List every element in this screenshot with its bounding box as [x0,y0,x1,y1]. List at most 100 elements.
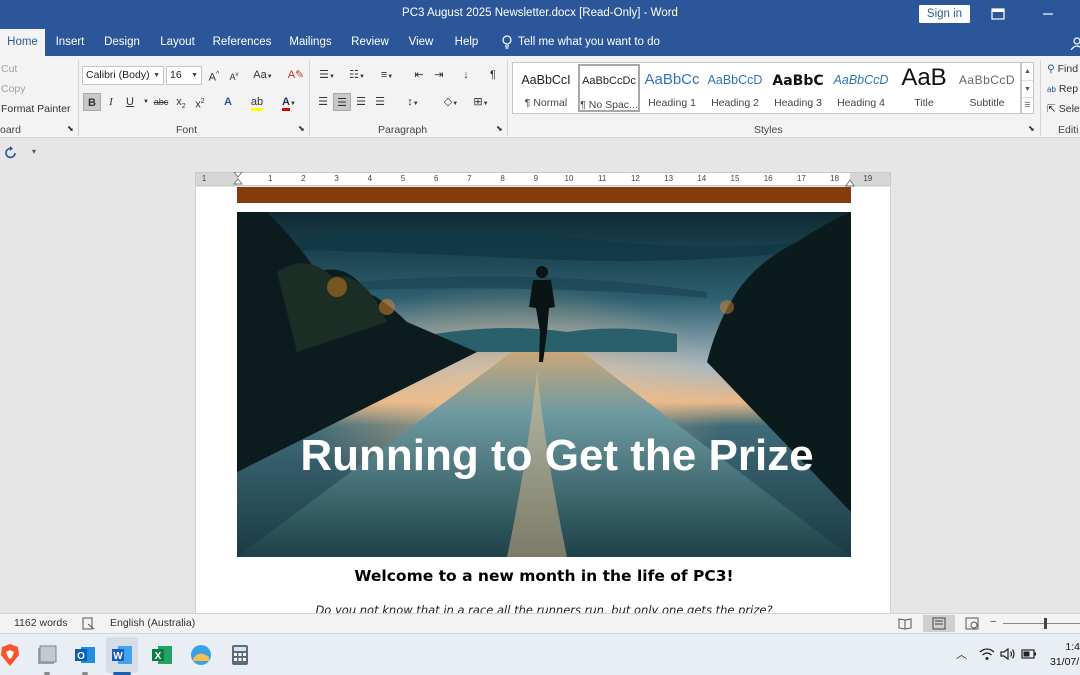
more-styles-icon[interactable]: ☰ [1022,97,1033,113]
change-case-icon[interactable]: Aa▼ [251,66,275,84]
print-layout-button[interactable] [923,615,955,632]
copy-button[interactable]: Copy [1,83,26,95]
style-heading-3[interactable]: AaBbC Heading 3 [767,64,829,112]
word-icon[interactable]: W [110,643,134,667]
clipboard-launcher-icon[interactable]: ⬊ [67,124,74,133]
clock-date: 31/07/ [1050,656,1080,668]
read-mode-icon[interactable] [898,617,912,630]
shading-icon[interactable]: ◇▼ [438,93,464,111]
share-icon[interactable] [1070,36,1080,50]
cut-button[interactable]: Cut [1,63,17,75]
style-title[interactable]: AaB Title [893,64,955,112]
sign-in-button[interactable]: Sign in [919,5,970,23]
text-effects-icon[interactable]: A [219,93,237,111]
decrease-indent-icon[interactable]: ⇤ [410,66,428,84]
document-page[interactable]: Running to Get the Prize Welcome to a ne… [195,187,891,613]
multilevel-list-icon[interactable]: ≡▼ [374,66,400,84]
sort-icon[interactable]: ↓ [457,66,475,84]
styles-launcher-icon[interactable]: ⬊ [1028,124,1035,133]
select-button[interactable]: ⇱ Sele [1047,103,1080,115]
hero-image[interactable]: Running to Get the Prize [237,212,851,557]
file-explorer-icon[interactable] [35,643,59,667]
font-family-combo[interactable]: Calibri (Body) ▼ [82,66,164,85]
language-status[interactable]: English (Australia) [110,617,195,629]
grow-font-icon[interactable]: A^ [205,66,223,84]
align-left-icon[interactable]: ☰ [314,93,332,111]
font-size-combo[interactable]: 16 ▼ [166,66,202,85]
show-formatting-icon[interactable]: ¶ [484,66,502,84]
tab-home[interactable]: Home [0,29,45,56]
scroll-up-icon[interactable]: ▲ [1022,63,1033,80]
tab-mailings[interactable]: Mailings [284,29,337,56]
style-normal[interactable]: AaBbCcI ¶ Normal [515,64,577,112]
subscript-button[interactable]: x2 [172,93,190,111]
zoom-slider[interactable] [1003,623,1080,624]
align-center-icon[interactable]: ☰ [333,93,351,111]
align-right-icon[interactable]: ☰ [352,93,370,111]
tab-help[interactable]: Help [449,29,484,56]
tab-review[interactable]: Review [348,29,392,56]
justify-icon[interactable]: ☰ [371,93,389,111]
web-layout-icon[interactable] [965,617,979,630]
replace-button[interactable]: ab Rep [1047,83,1078,95]
font-launcher-icon[interactable]: ⬊ [298,124,305,133]
separator [507,60,508,136]
font-color-icon[interactable]: A▼ [277,93,301,111]
zoom-out-icon[interactable]: − [990,616,996,628]
scroll-down-icon[interactable]: ▼ [1022,80,1033,97]
calculator-icon[interactable] [228,643,252,667]
highlight-color-icon[interactable]: ab [245,93,269,111]
status-bar: 1162 words English (Australia) − [0,613,1080,633]
tray-chevron-up-icon[interactable]: ︿ [956,646,967,662]
proofing-icon[interactable] [82,617,95,630]
superscript-button[interactable]: x2 [191,93,209,111]
brave-browser-icon[interactable] [0,643,22,667]
shrink-font-icon[interactable]: Av [225,66,243,84]
tab-design[interactable]: Design [99,29,145,56]
word-count[interactable]: 1162 words [14,617,68,629]
style-subtitle[interactable]: AaBbCcD Subtitle [956,64,1018,112]
volume-icon[interactable] [1000,647,1016,661]
right-indent-marker-icon[interactable] [845,177,855,187]
excel-icon[interactable]: X [150,643,174,667]
search-icon: ⚲ [1047,63,1055,75]
style-name: Heading 1 [648,97,696,109]
tab-view[interactable]: View [403,29,439,56]
ruler-number: 7 [467,174,472,183]
borders-icon[interactable]: ⊞▼ [468,93,494,111]
refresh-icon[interactable] [4,146,18,160]
bold-button[interactable]: B [83,93,101,111]
increase-indent-icon[interactable]: ⇥ [430,66,448,84]
clear-formatting-icon[interactable]: A✎ [287,66,305,84]
line-spacing-icon[interactable]: ↕▼ [400,93,426,111]
outlook-icon[interactable]: O [73,643,97,667]
style-heading-1[interactable]: AaBbCc Heading 1 [641,64,703,112]
photos-icon[interactable] [189,643,213,667]
bullets-icon[interactable]: ☰▼ [314,66,340,84]
svg-text:X: X [155,651,162,662]
style-heading-2[interactable]: AaBbCcD Heading 2 [704,64,766,112]
system-clock[interactable]: 1:4 31/07/ [1050,640,1080,670]
zoom-slider-thumb[interactable] [1044,618,1047,629]
tab-references[interactable]: References [211,29,273,56]
document-area[interactable]: Running to Get the Prize Welcome to a ne… [0,187,1080,613]
horizontal-ruler[interactable]: 1 1 2 3 4 5 6 7 8 9 10 11 12 13 14 15 16 17 18 19 [195,172,891,187]
strikethrough-button[interactable]: abc [152,93,170,111]
tab-layout[interactable]: Layout [155,29,200,56]
ribbon-display-options-icon[interactable] [990,6,1006,22]
battery-icon[interactable] [1021,648,1037,660]
styles-gallery-scroll[interactable]: ▲ ▼ ☰ [1021,62,1034,114]
style-heading-4[interactable]: AaBbCcD Heading 4 [830,64,892,112]
find-button[interactable]: ⚲ Find [1047,63,1078,75]
style-no-spacing[interactable]: AaBbCcDc ¶ No Spac... [578,64,640,112]
format-painter-button[interactable]: Format Painter [1,103,70,115]
numbering-icon[interactable]: ☷▼ [344,66,370,84]
paragraph-launcher-icon[interactable]: ⬊ [496,124,503,133]
italic-button[interactable]: I [102,93,120,111]
indent-marker-icon[interactable] [233,172,243,186]
tab-insert[interactable]: Insert [50,29,90,56]
editing-group-label: Editi [1058,124,1079,136]
wifi-icon[interactable] [979,647,995,661]
customize-qat-icon[interactable]: ▾ [32,147,36,156]
minimize-icon[interactable] [1040,6,1056,22]
